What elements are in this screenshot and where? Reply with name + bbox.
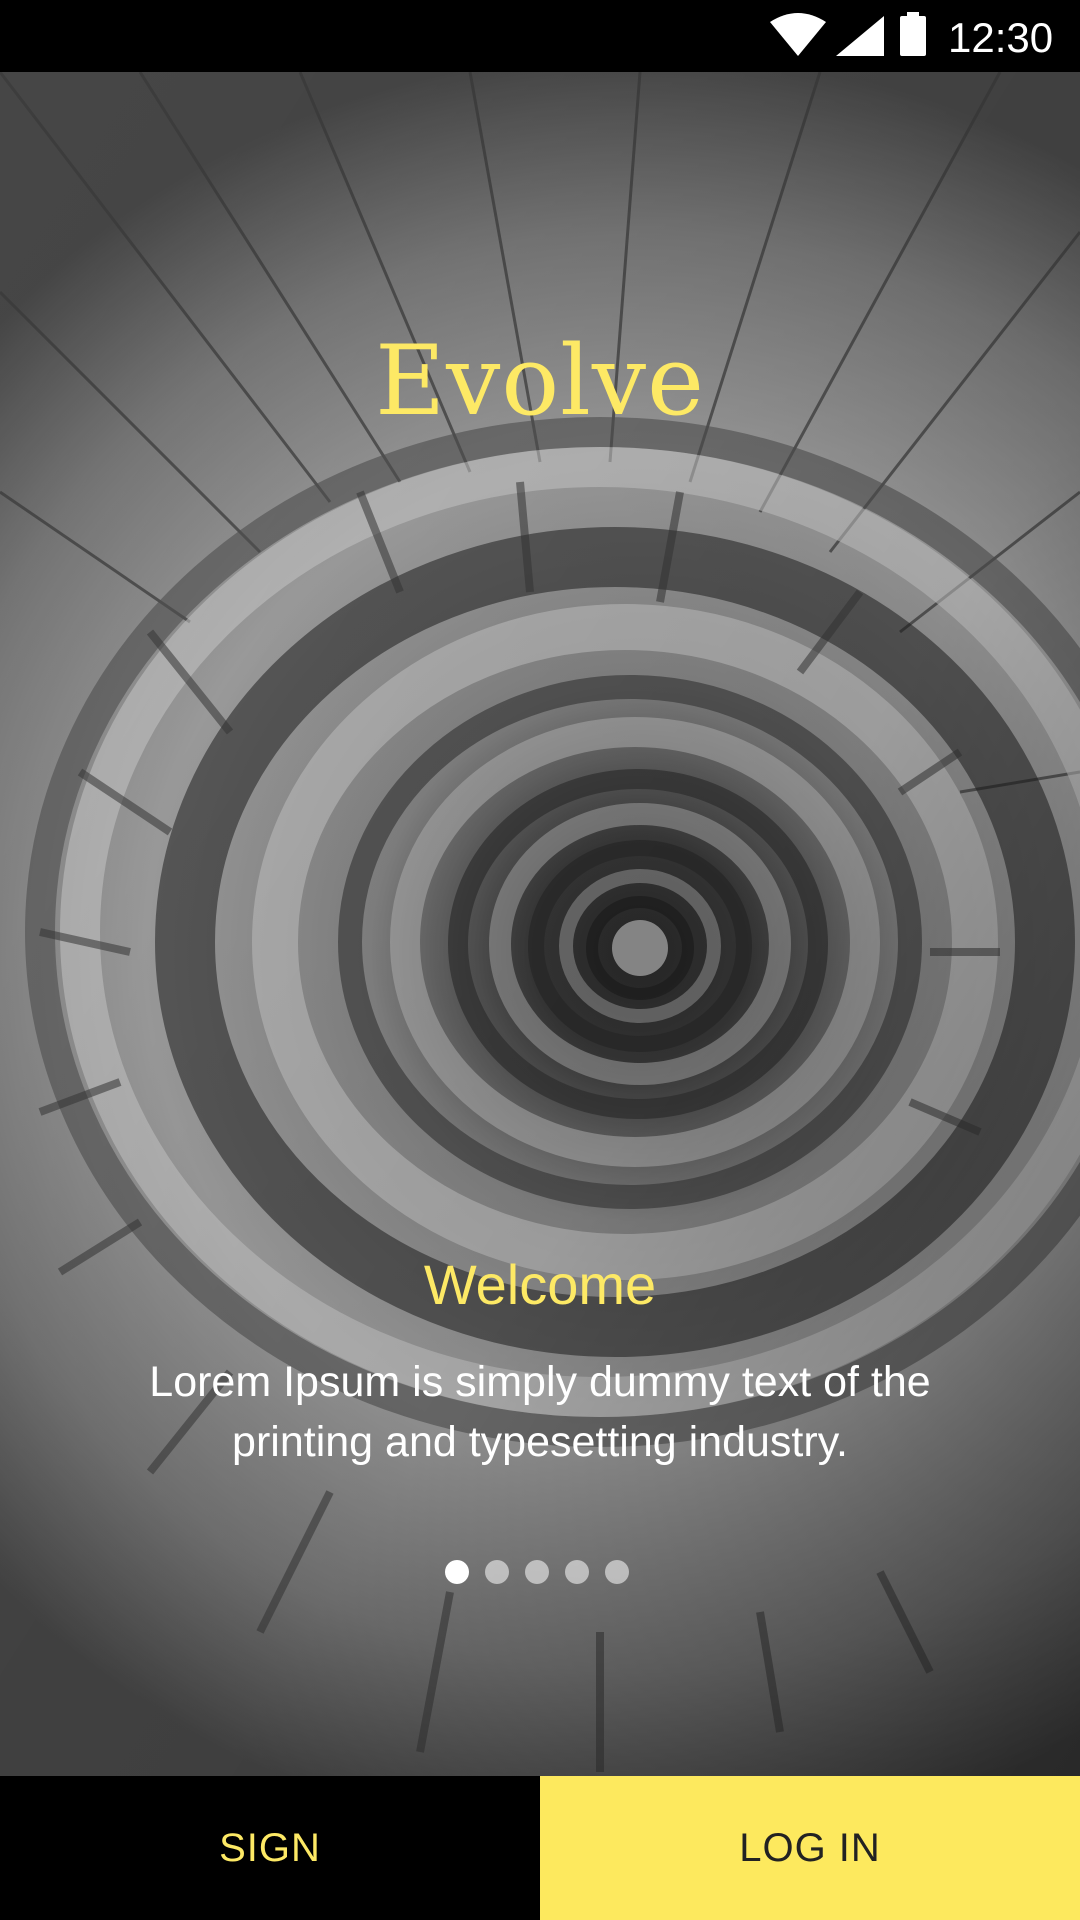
page-dot-5[interactable]	[605, 1560, 629, 1584]
page-dot-3[interactable]	[525, 1560, 549, 1584]
page-dot-1[interactable]	[445, 1560, 469, 1584]
cellular-signal-icon	[836, 16, 884, 56]
sign-button[interactable]: SIGN	[0, 1776, 540, 1920]
status-bar: 12:30	[0, 0, 1080, 72]
wifi-icon	[770, 13, 826, 56]
bottom-action-bar: SIGN LOG IN	[0, 1776, 1080, 1920]
page-dot-2[interactable]	[485, 1560, 509, 1584]
page-dot-4[interactable]	[565, 1560, 589, 1584]
status-time: 12:30	[948, 14, 1054, 61]
login-button[interactable]: LOG IN	[540, 1776, 1080, 1920]
slide-title: Welcome	[423, 1253, 657, 1316]
app-logo-text: Evolve	[375, 325, 705, 437]
slide-description: Lorem Ipsum is simply dummy text of the …	[149, 1358, 931, 1466]
battery-icon	[900, 12, 926, 56]
onboarding-screen: 12:30 Evolve Welcome Lorem Ipsum is simp…	[0, 0, 1080, 1920]
page-indicator[interactable]	[445, 1558, 635, 1586]
